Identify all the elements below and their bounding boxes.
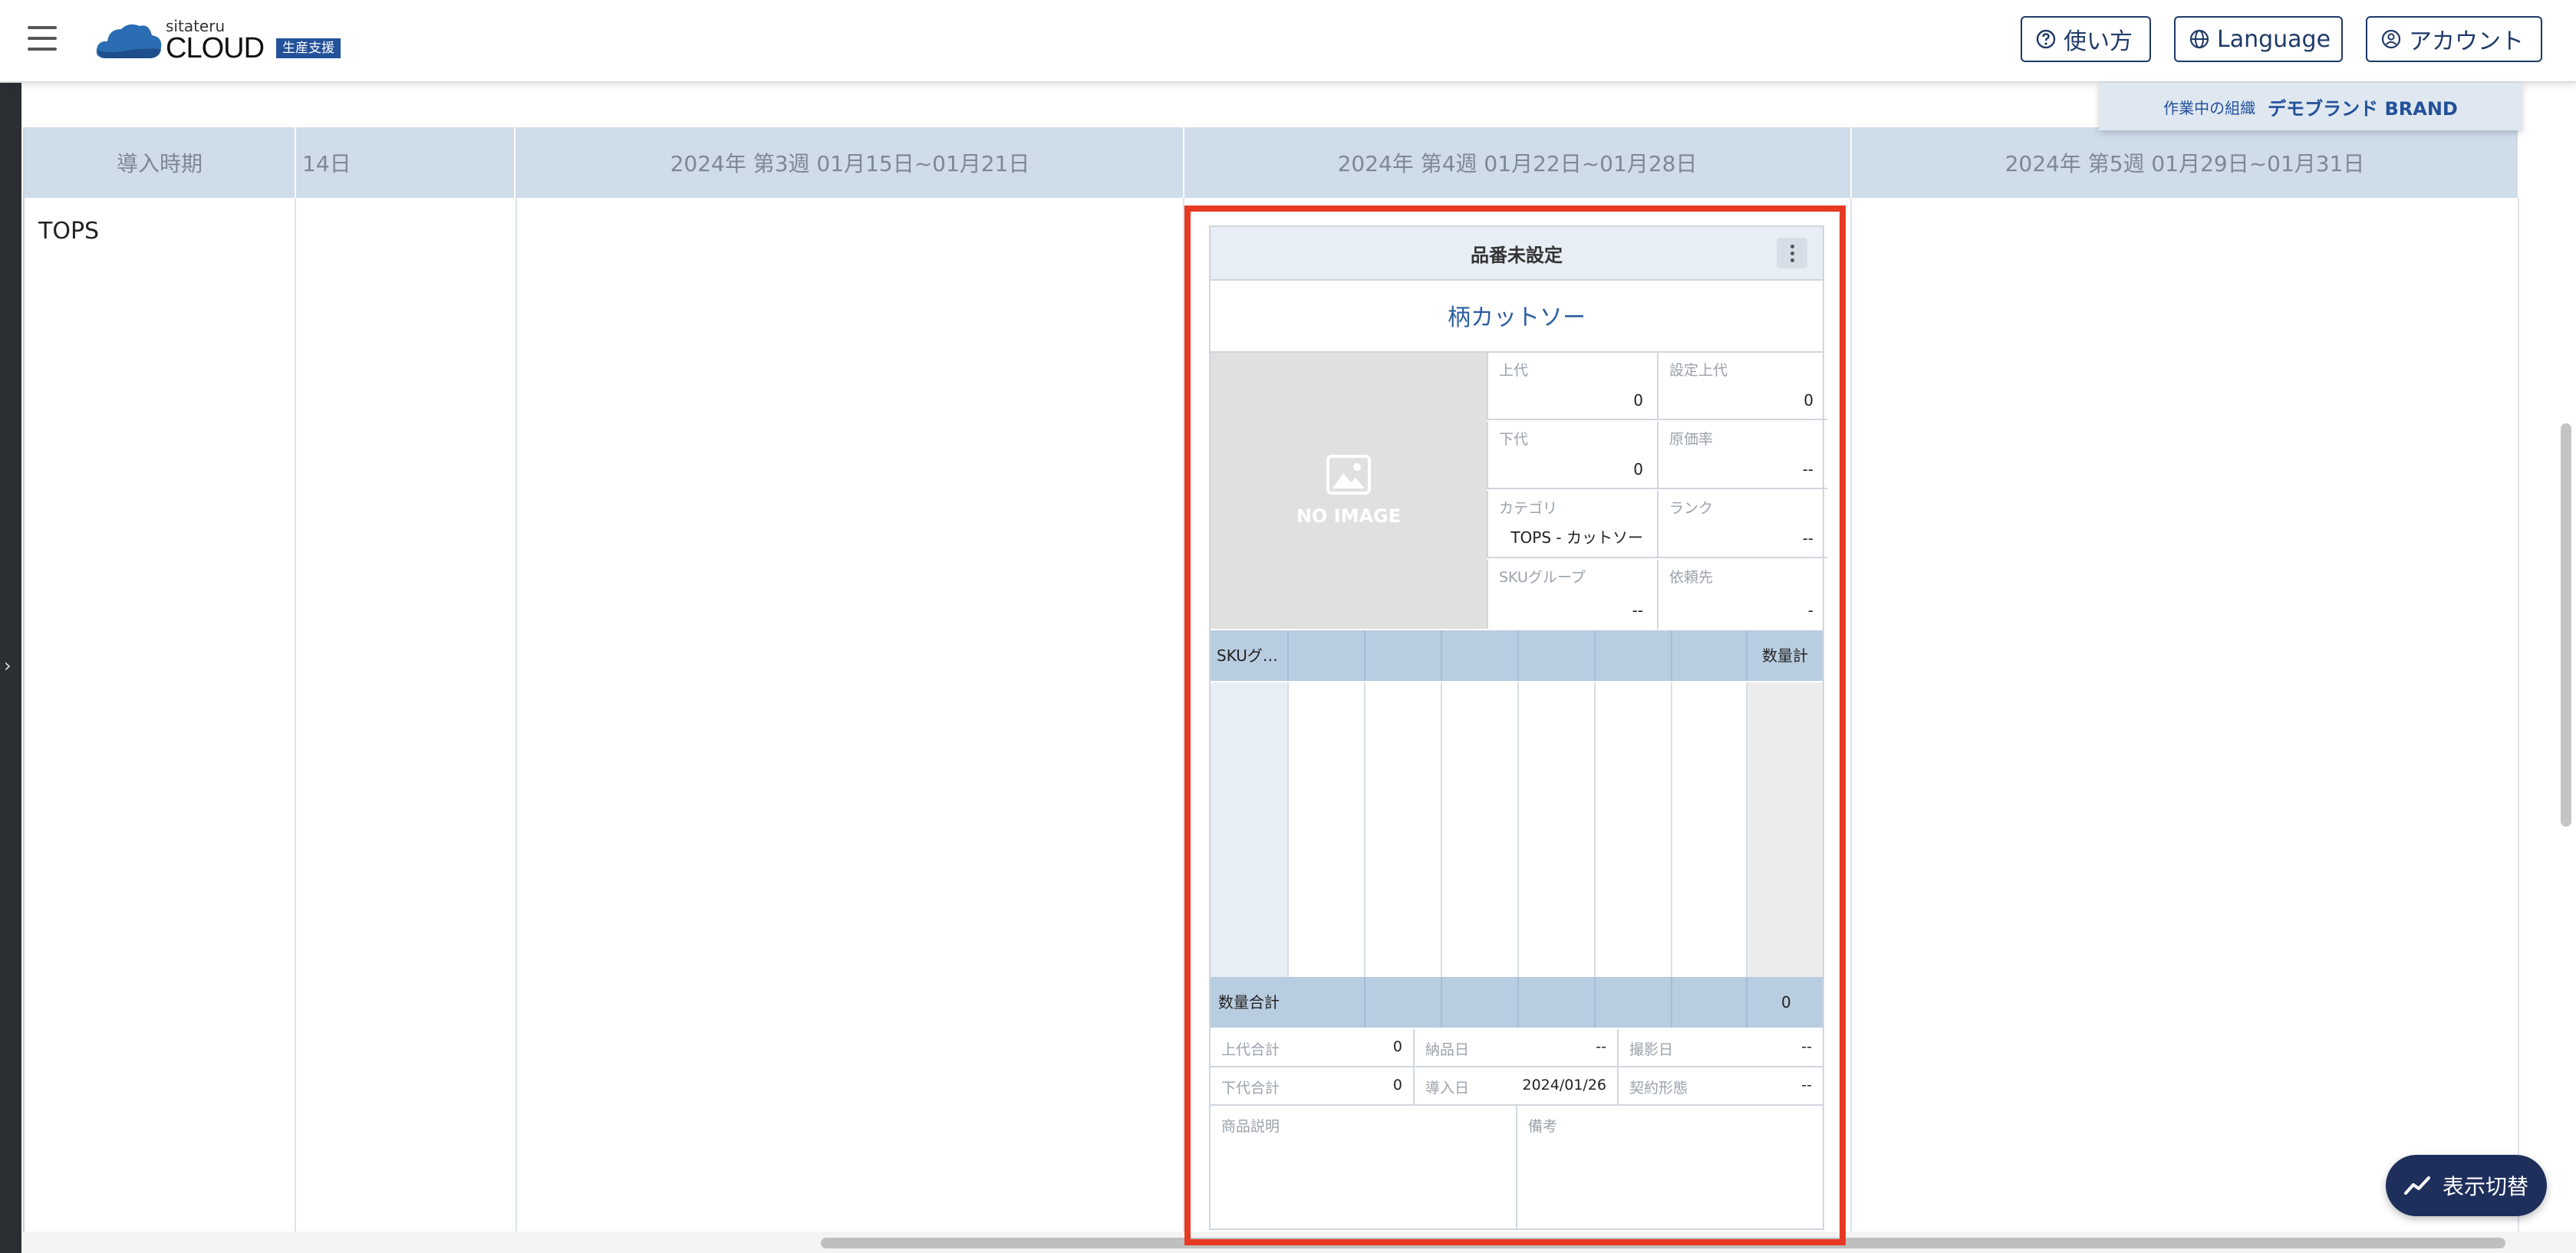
- account-button-label: アカウント: [2409, 28, 2524, 55]
- vertical-scrollbar-thumb[interactable]: [2561, 423, 2571, 827]
- account-button[interactable]: アカウント: [2366, 16, 2542, 62]
- user-circle-icon: [2381, 29, 2401, 49]
- globe-icon: [2189, 29, 2209, 49]
- org-name: デモブランド BRAND: [2268, 97, 2458, 120]
- language-button-label: Language: [2217, 25, 2331, 53]
- logo-big-text: CLOUD: [166, 32, 265, 64]
- column-divider: [2518, 198, 2519, 1232]
- header-week-3: 2024年 第3週 01月15日~01月21日: [517, 127, 1184, 198]
- header-intro-period: 導入時期: [25, 127, 296, 198]
- view-toggle-button[interactable]: 表示切替: [2386, 1155, 2547, 1216]
- question-circle-icon: [2036, 29, 2056, 49]
- table-header: 導入時期 14日 2024年 第3週 01月15日~01月21日 2024年 第…: [25, 127, 2519, 198]
- app-header: sitateru CLOUD 生産支援 使い方 Language アカウント: [0, 0, 2576, 83]
- header-week-5: 2024年 第5週 01月29日~01月31日: [1852, 127, 2519, 198]
- header-col-14days: 14日: [296, 127, 516, 198]
- column-divider: [1850, 198, 1852, 1232]
- cloud-logo-icon: [96, 24, 162, 58]
- row-label-tops: TOPS: [38, 218, 100, 245]
- header-week-4: 2024年 第4週 01月22日~01月28日: [1184, 127, 1852, 198]
- side-panel-rail[interactable]: ›: [0, 81, 21, 1253]
- column-divider: [295, 198, 296, 1232]
- view-toggle-label: 表示切替: [2442, 1174, 2528, 1199]
- chevron-right-icon[interactable]: ›: [4, 655, 12, 676]
- app-logo[interactable]: sitateru CLOUD 生産支援: [95, 15, 356, 64]
- trend-line-icon: [2403, 1176, 2430, 1195]
- logo-badge: 生産支援: [276, 38, 341, 58]
- column-divider: [516, 198, 517, 1232]
- language-button[interactable]: Language: [2174, 16, 2343, 62]
- selection-highlight-frame: [1184, 206, 1846, 1245]
- help-button[interactable]: 使い方: [2021, 16, 2151, 62]
- org-label: 作業中の組織: [2163, 98, 2256, 117]
- hamburger-menu-icon[interactable]: [28, 26, 58, 51]
- help-button-label: 使い方: [2064, 28, 2133, 55]
- current-organization: 作業中の組織 デモブランド BRAND: [2099, 83, 2522, 130]
